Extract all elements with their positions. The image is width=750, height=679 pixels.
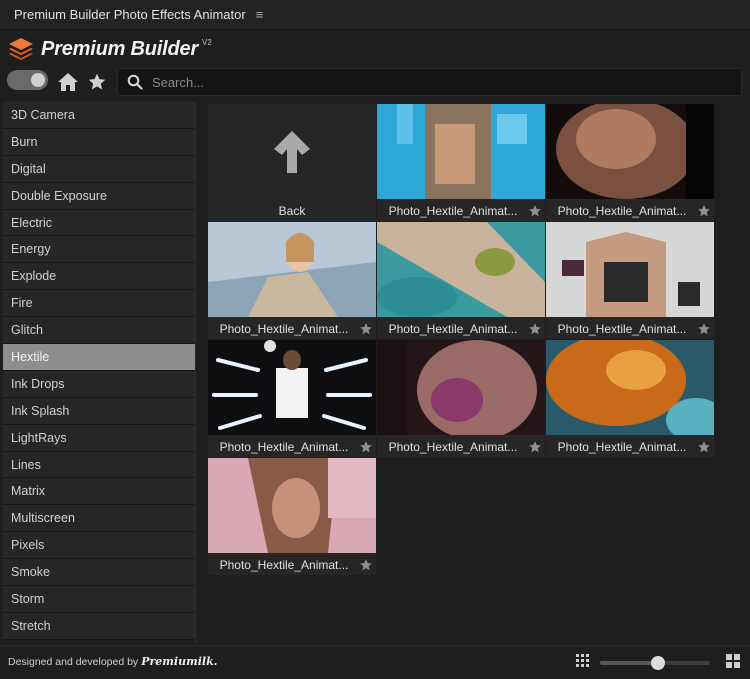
sidebar-item-3d-camera[interactable]: 3D Camera	[3, 102, 195, 129]
sidebar-item-stretch[interactable]: Stretch	[3, 612, 195, 640]
preset-tile[interactable]: Photo_Hextile_Animat...	[377, 340, 545, 457]
brand-version: V2	[202, 38, 212, 47]
star-icon[interactable]	[525, 322, 545, 336]
panel-title: Premium Builder Photo Effects Animator	[14, 7, 246, 22]
search-box[interactable]	[117, 68, 742, 96]
star-icon[interactable]	[356, 440, 376, 454]
preset-grid: Back Photo_Hextile_Animat... Photo_Hexti…	[206, 102, 714, 577]
favorites-button[interactable]	[85, 70, 109, 94]
star-icon[interactable]	[356, 558, 376, 572]
back-tile[interactable]: Back	[208, 104, 376, 221]
preset-label: Photo_Hextile_Animat...	[557, 203, 687, 218]
home-button[interactable]	[56, 71, 80, 93]
stacked-layers-icon	[9, 38, 33, 60]
preset-thumbnail	[377, 340, 545, 435]
preset-label: Photo_Hextile_Animat...	[388, 203, 518, 218]
sidebar-item-hextile[interactable]: Hextile	[3, 344, 195, 371]
hamburger-icon[interactable]: ≡	[256, 7, 264, 22]
star-icon[interactable]	[356, 322, 376, 336]
back-caption-bar: Back	[208, 200, 376, 221]
large-grid-icon[interactable]	[726, 654, 740, 668]
preset-caption-bar: Photo_Hextile_Animat...	[546, 318, 714, 339]
preset-caption-bar: Photo_Hextile_Animat...	[546, 436, 714, 457]
sidebar-item-digital[interactable]: Digital	[3, 155, 195, 183]
slider-fill	[600, 661, 659, 665]
home-icon	[58, 73, 78, 91]
arrow-up-icon	[274, 130, 310, 173]
toggle-switch[interactable]	[7, 70, 48, 90]
preset-thumbnail	[377, 222, 545, 317]
toggle-knob	[31, 73, 45, 87]
back-thumb	[208, 104, 376, 199]
sidebar-item-storm[interactable]: Storm	[3, 586, 195, 613]
sidebar-item-matrix[interactable]: Matrix	[3, 478, 195, 506]
preset-tile[interactable]: Photo_Hextile_Animat...	[208, 458, 376, 575]
sidebar-item-lightrays[interactable]: LightRays	[3, 424, 195, 452]
star-icon[interactable]	[694, 204, 714, 218]
slider-handle[interactable]	[651, 656, 666, 670]
search-icon	[118, 74, 152, 90]
preset-thumbnail	[377, 104, 545, 199]
preset-label: Photo_Hextile_Animat...	[219, 557, 349, 572]
preset-caption-bar: Photo_Hextile_Animat...	[208, 554, 376, 575]
preset-tile[interactable]: Photo_Hextile_Animat...	[208, 222, 376, 339]
credit-line: Designed and developed by Premiumilk.	[8, 655, 218, 668]
brand-name: Premium Builder	[41, 37, 199, 60]
sidebar-item-smoke[interactable]: Smoke	[3, 559, 195, 587]
credit-logo[interactable]: Premiumilk.	[141, 655, 217, 668]
category-sidebar: 3D Camera Burn Digital Double Exposure E…	[3, 102, 196, 643]
small-grid-icon[interactable]	[576, 654, 590, 668]
preset-caption-bar: Photo_Hextile_Animat...	[546, 200, 714, 221]
preset-thumbnail	[208, 340, 376, 435]
preset-tile[interactable]: Photo_Hextile_Animat...	[546, 340, 714, 457]
star-icon[interactable]	[525, 440, 545, 454]
preset-caption-bar: Photo_Hextile_Animat...	[377, 436, 545, 457]
preset-thumbnail	[208, 222, 376, 317]
sidebar-item-double-exposure[interactable]: Double Exposure	[3, 182, 195, 210]
preset-label: Photo_Hextile_Animat...	[388, 321, 518, 336]
preset-caption-bar: Photo_Hextile_Animat...	[208, 318, 376, 339]
sidebar-item-lines[interactable]: Lines	[3, 451, 195, 479]
back-label: Back	[278, 203, 306, 218]
star-icon[interactable]	[694, 440, 714, 454]
preset-thumbnail	[546, 340, 714, 435]
preset-label: Photo_Hextile_Animat...	[219, 321, 349, 336]
footer-bar: Designed and developed by Premiumilk.	[0, 645, 750, 679]
star-icon	[88, 73, 106, 90]
sidebar-item-pixels[interactable]: Pixels	[3, 532, 195, 560]
sidebar-item-burn[interactable]: Burn	[3, 128, 195, 156]
star-icon[interactable]	[525, 204, 545, 218]
sidebar-item-fire[interactable]: Fire	[3, 290, 195, 318]
brand-header: Premium Builder V2	[8, 35, 212, 63]
panel-tab[interactable]: Premium Builder Photo Effects Animator ≡	[0, 0, 750, 30]
credit-text: Designed and developed by	[8, 656, 139, 668]
star-icon[interactable]	[694, 322, 714, 336]
preset-label: Photo_Hextile_Animat...	[219, 439, 349, 454]
preset-thumbnail	[208, 458, 376, 553]
preset-tile[interactable]: Photo_Hextile_Animat...	[546, 104, 714, 221]
sidebar-item-explode[interactable]: Explode	[3, 263, 195, 291]
sidebar-item-multiscreen[interactable]: Multiscreen	[3, 505, 195, 533]
preset-label: Photo_Hextile_Animat...	[388, 439, 518, 454]
preset-caption-bar: Photo_Hextile_Animat...	[208, 436, 376, 457]
sidebar-item-energy[interactable]: Energy	[3, 236, 195, 264]
preset-label: Photo_Hextile_Animat...	[557, 439, 687, 454]
sidebar-item-ink-drops[interactable]: Ink Drops	[3, 370, 195, 398]
search-input[interactable]	[152, 74, 741, 90]
preset-thumbnail	[546, 104, 714, 199]
preset-tile[interactable]: Photo_Hextile_Animat...	[377, 104, 545, 221]
preset-caption-bar: Photo_Hextile_Animat...	[377, 318, 545, 339]
sidebar-item-ink-splash[interactable]: Ink Splash	[3, 397, 195, 425]
preset-thumbnail	[546, 222, 714, 317]
preset-tile[interactable]: Photo_Hextile_Animat...	[546, 222, 714, 339]
preset-caption-bar: Photo_Hextile_Animat...	[377, 200, 545, 221]
thumbnail-size-slider[interactable]	[600, 656, 710, 670]
sidebar-item-electric[interactable]: Electric	[3, 209, 195, 237]
preset-tile[interactable]: Photo_Hextile_Animat...	[377, 222, 545, 339]
preset-tile[interactable]: Photo_Hextile_Animat...	[208, 340, 376, 457]
sidebar-item-glitch[interactable]: Glitch	[3, 317, 195, 345]
preset-label: Photo_Hextile_Animat...	[557, 321, 687, 336]
